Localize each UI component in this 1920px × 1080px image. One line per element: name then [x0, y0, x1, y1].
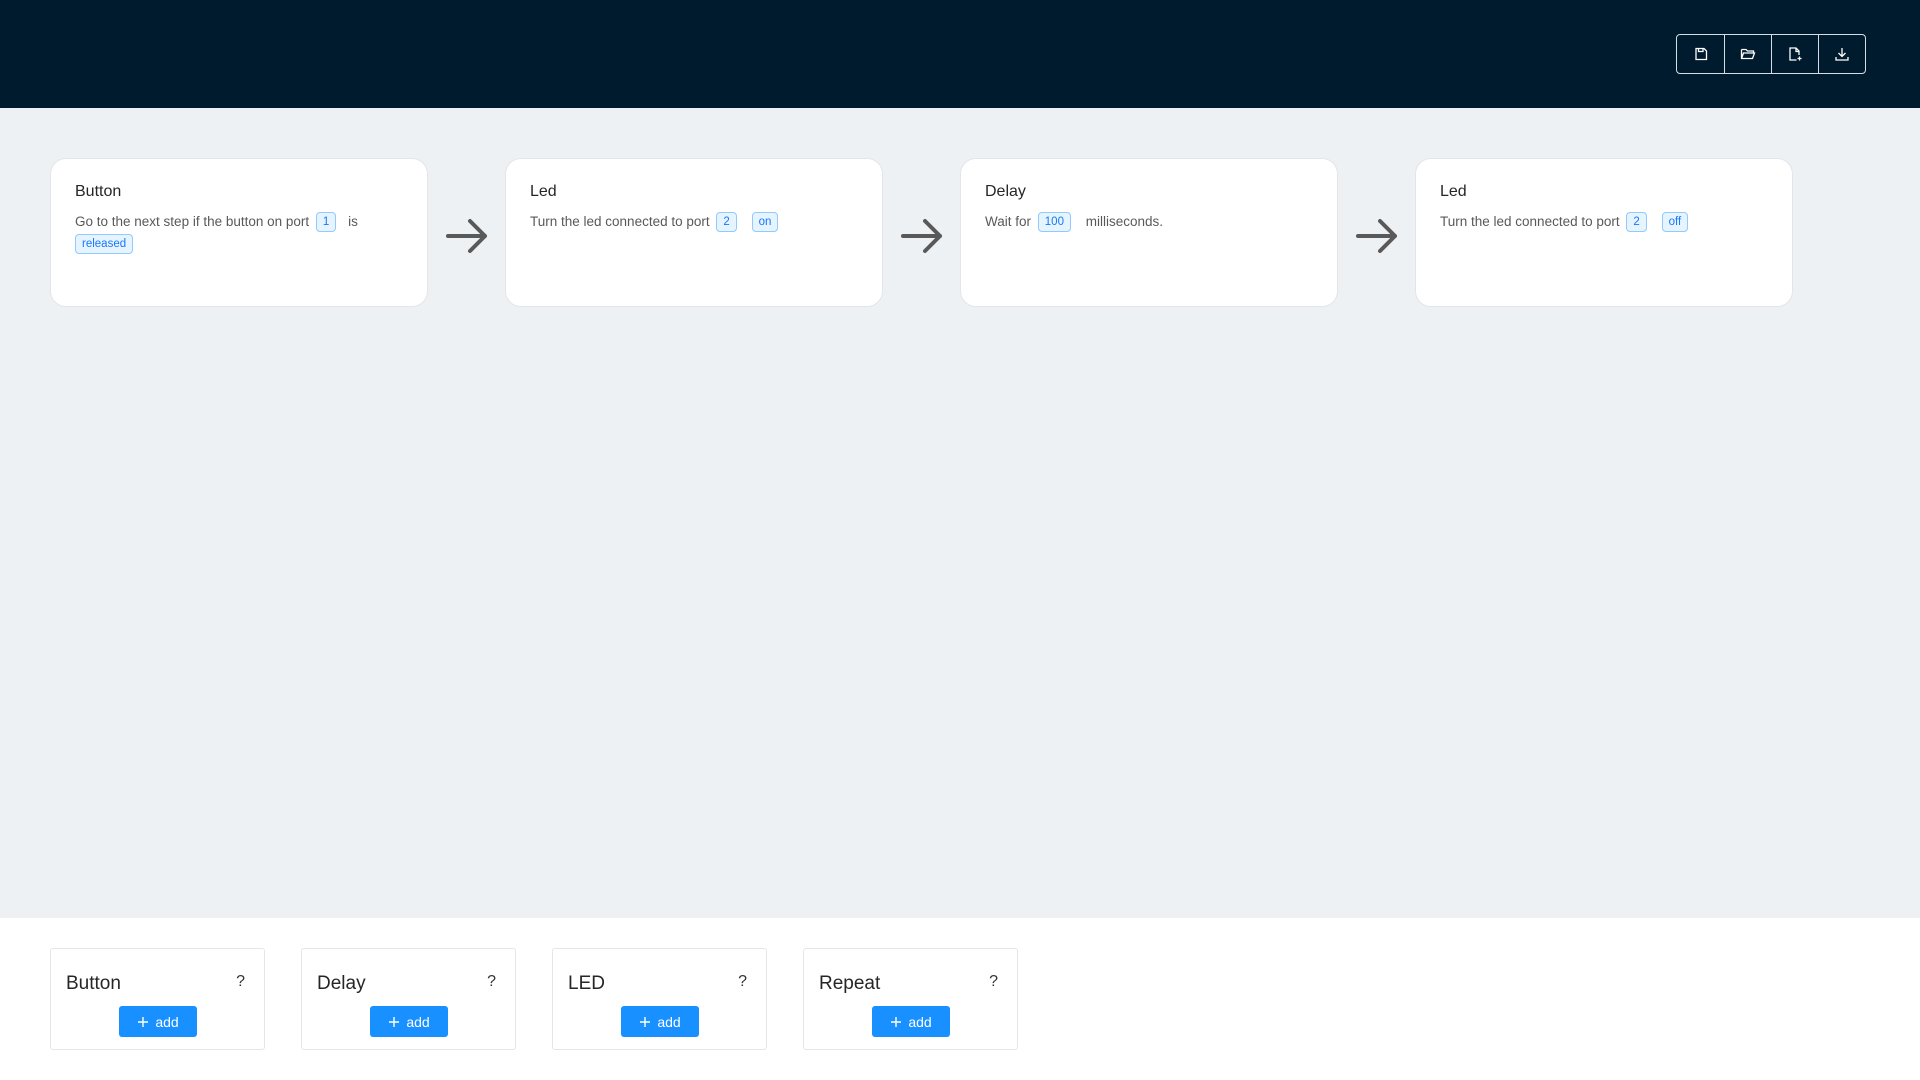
folder-open-icon [1740, 48, 1756, 60]
palette-card-title: Button [66, 973, 121, 994]
add-button-button[interactable]: add [119, 1006, 197, 1037]
plus-icon [138, 1016, 149, 1027]
program-flow: Button Go to the next step if the button… [50, 158, 1793, 307]
port-param[interactable]: 2 [716, 212, 737, 232]
step-description: Wait for 100 milliseconds. [985, 211, 1313, 233]
open-button[interactable] [1724, 35, 1771, 73]
arrow-right-icon [445, 218, 487, 253]
plus-icon [891, 1016, 902, 1027]
step-title: Led [1440, 183, 1467, 200]
download-icon [1835, 48, 1849, 61]
add-label: add [155, 1013, 179, 1030]
help-button[interactable]: ? [236, 973, 245, 991]
step-text: is [348, 214, 358, 229]
add-repeat-button[interactable]: add [872, 1006, 950, 1037]
new-file-icon [1789, 47, 1802, 61]
palette-card-delay: Delay ? add [301, 948, 516, 1050]
plus-icon [640, 1016, 651, 1027]
step-description: Go to the next step if the button on por… [75, 211, 403, 255]
state-param[interactable]: released [75, 234, 134, 254]
state-param[interactable]: off [1661, 212, 1689, 232]
plus-icon [389, 1016, 400, 1027]
app-header [0, 0, 1920, 108]
flow-arrow [883, 158, 960, 307]
palette-card-title: Repeat [819, 973, 881, 994]
step-card-led[interactable]: Led Turn the led connected to port 2 on [505, 158, 883, 307]
help-button[interactable]: ? [989, 973, 998, 991]
step-text: Go to the next step if the button on por… [75, 214, 310, 229]
help-button[interactable]: ? [738, 973, 747, 991]
step-text: Wait for [985, 214, 1032, 229]
palette-card-title: LED [568, 973, 605, 994]
add-label: add [908, 1013, 932, 1030]
palette-card-led: LED ? add [552, 948, 767, 1050]
duration-param[interactable]: 100 [1037, 212, 1071, 232]
port-param[interactable]: 2 [1626, 212, 1647, 232]
file-toolbar [1676, 34, 1866, 74]
flow-arrow [428, 158, 505, 307]
port-param[interactable]: 1 [315, 212, 337, 232]
palette-card-repeat: Repeat ? add [803, 948, 1018, 1050]
add-delay-button[interactable]: add [370, 1006, 448, 1037]
step-title: Led [530, 183, 557, 200]
palette-card-button: Button ? add [50, 948, 265, 1050]
add-led-button[interactable]: add [621, 1006, 699, 1037]
step-card-button[interactable]: Button Go to the next step if the button… [50, 158, 428, 307]
new-file-button[interactable] [1771, 35, 1818, 73]
step-text: milliseconds. [1085, 214, 1164, 229]
save-icon [1694, 47, 1707, 61]
flow-arrow [1338, 158, 1415, 307]
step-title: Button [75, 183, 122, 200]
state-param[interactable]: on [751, 212, 779, 232]
step-card-led[interactable]: Led Turn the led connected to port 2 off [1415, 158, 1793, 307]
step-description: Turn the led connected to port 2 on [530, 211, 858, 233]
help-button[interactable]: ? [487, 973, 496, 991]
step-text: Turn the led connected to port [530, 214, 710, 229]
download-button[interactable] [1818, 35, 1865, 73]
step-text: Turn the led connected to port [1440, 214, 1620, 229]
add-label: add [406, 1013, 430, 1030]
arrow-right-icon [900, 218, 942, 253]
step-title: Delay [985, 183, 1026, 200]
step-description: Turn the led connected to port 2 off [1440, 211, 1768, 233]
block-palette: Button ? add Delay ? add LED ? add Repea… [0, 918, 1920, 1080]
step-card-delay[interactable]: Delay Wait for 100 milliseconds. [960, 158, 1338, 307]
save-button[interactable] [1677, 35, 1724, 73]
arrow-right-icon [1355, 218, 1397, 253]
add-label: add [657, 1013, 681, 1030]
palette-card-title: Delay [317, 973, 366, 994]
